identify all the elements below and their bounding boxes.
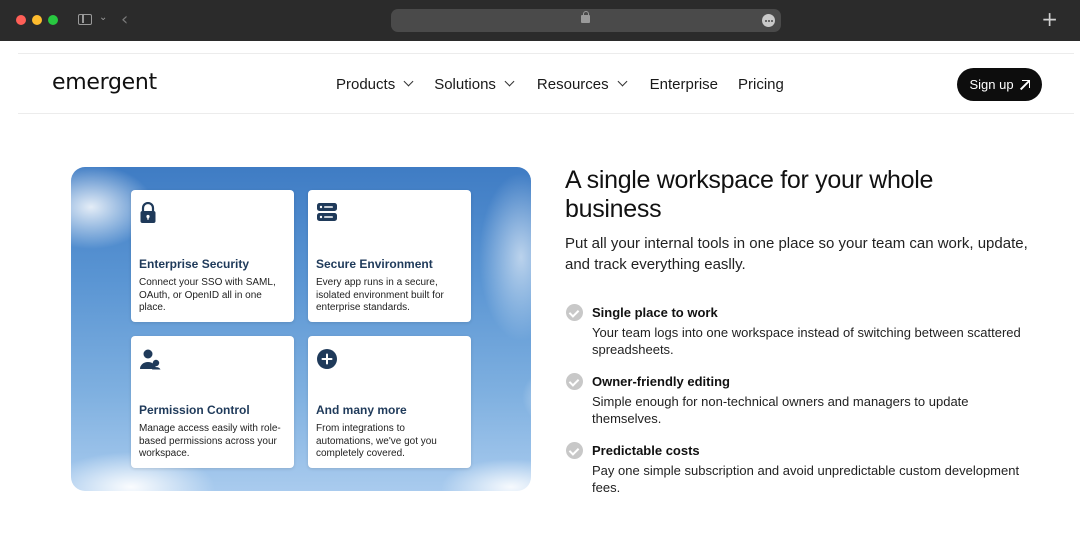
feature-title: Single place to work bbox=[592, 305, 718, 320]
card-description: Connect your SSO with SAML, OAuth, or Op… bbox=[139, 277, 276, 313]
main-nav: Products Solutions Resources Enterprise … bbox=[336, 74, 784, 94]
lock-icon bbox=[581, 11, 590, 23]
feature-card: Secure Environment Every app runs in a s… bbox=[308, 190, 471, 322]
nav-label: Products bbox=[336, 75, 396, 93]
chevron-down-icon bbox=[403, 76, 414, 87]
sidebar-toggle-icon[interactable] bbox=[78, 14, 92, 25]
feature-title: Predictable costs bbox=[592, 443, 700, 458]
check-circle-icon bbox=[566, 442, 583, 459]
nav-label: Resources bbox=[536, 75, 609, 93]
feature-image-panel: Enterprise Security Connect your SSO wit… bbox=[71, 167, 531, 491]
plus-circle-icon bbox=[317, 349, 337, 369]
users-icon bbox=[140, 349, 161, 370]
feature-title: Owner-friendly editing bbox=[592, 374, 730, 389]
nav-enterprise[interactable]: Enterprise bbox=[650, 74, 718, 94]
feature-card: And many more From integrations to autom… bbox=[308, 336, 471, 468]
nav-label: Solutions bbox=[434, 75, 496, 93]
card-description: Every app runs in a secure, isolated env… bbox=[316, 277, 444, 313]
feature-card: Permission Control Manage access easily … bbox=[131, 336, 294, 468]
feature-description: Pay one simple subscription and avoid un… bbox=[592, 463, 1020, 495]
close-window-button[interactable] bbox=[16, 15, 26, 25]
server-icon bbox=[317, 203, 337, 221]
address-bar[interactable] bbox=[391, 9, 781, 32]
card-description: Manage access easily with role-based per… bbox=[139, 423, 281, 459]
nav-label: Pricing bbox=[738, 75, 784, 93]
maximize-window-button[interactable] bbox=[48, 15, 58, 25]
divider bbox=[18, 113, 1074, 114]
chevron-down-icon bbox=[504, 76, 515, 87]
feature-description: Simple enough for non-technical owners a… bbox=[592, 394, 969, 426]
browser-chrome: ⌄ ‹ + bbox=[0, 0, 1080, 41]
arrow-up-right-icon bbox=[1020, 79, 1030, 90]
nav-resources[interactable]: Resources bbox=[536, 74, 628, 94]
chevron-down-icon bbox=[617, 76, 628, 87]
card-description: From integrations to automations, we've … bbox=[316, 423, 437, 459]
chevron-down-icon[interactable]: ⌄ bbox=[99, 12, 107, 23]
logo[interactable]: emergent bbox=[52, 70, 157, 95]
feature-card: Enterprise Security Connect your SSO wit… bbox=[131, 190, 294, 322]
new-tab-button[interactable]: + bbox=[1041, 7, 1058, 31]
nav-products[interactable]: Products bbox=[336, 74, 414, 94]
signup-label: Sign up bbox=[969, 77, 1014, 92]
card-title: And many more bbox=[316, 403, 407, 417]
minimize-window-button[interactable] bbox=[32, 15, 42, 25]
card-title: Permission Control bbox=[139, 403, 250, 417]
more-options-icon[interactable] bbox=[762, 14, 775, 27]
feature-description: Your team logs into one workspace instea… bbox=[592, 325, 1021, 357]
signup-button[interactable]: Sign up bbox=[957, 68, 1042, 101]
check-circle-icon bbox=[566, 304, 583, 321]
divider bbox=[18, 53, 1074, 54]
nav-label: Enterprise bbox=[649, 75, 718, 93]
back-arrow-icon[interactable]: ‹ bbox=[121, 9, 128, 30]
section-subhead: Put all your internal tools in one place… bbox=[565, 235, 1028, 273]
card-title: Secure Environment bbox=[316, 257, 433, 271]
nav-pricing[interactable]: Pricing bbox=[738, 74, 784, 94]
card-title: Enterprise Security bbox=[139, 257, 250, 271]
lock-icon bbox=[140, 201, 156, 223]
nav-solutions[interactable]: Solutions bbox=[434, 74, 515, 94]
section-headline: A single workspace for your whole busine… bbox=[565, 166, 934, 223]
check-circle-icon bbox=[566, 373, 583, 390]
